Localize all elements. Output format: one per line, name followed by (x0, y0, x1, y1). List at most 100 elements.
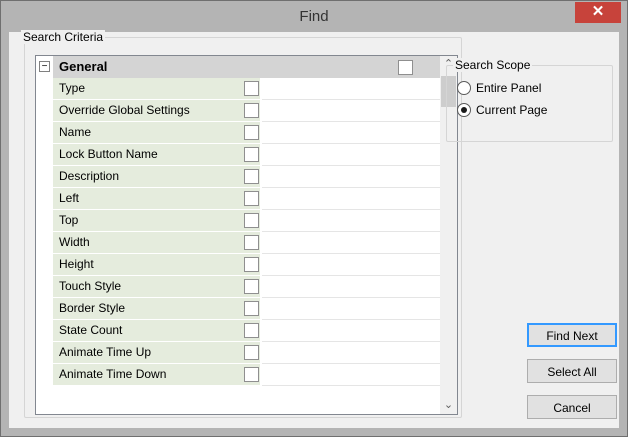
property-check-cell (243, 254, 260, 275)
property-name[interactable]: Border Style (53, 298, 243, 319)
grid-gutter: − (36, 56, 53, 78)
property-row[interactable]: Top (36, 210, 441, 232)
property-value[interactable] (262, 210, 441, 232)
entire-panel-label: Entire Panel (476, 81, 542, 95)
grid-gutter (36, 188, 53, 210)
property-name[interactable]: Override Global Settings (53, 100, 243, 121)
property-row[interactable]: Left (36, 188, 441, 210)
search-criteria-group: Search Criteria − General Type Override G… (21, 30, 462, 418)
property-value[interactable] (262, 232, 441, 254)
grid-gutter (36, 232, 53, 254)
property-row[interactable]: State Count (36, 320, 441, 342)
property-value[interactable] (262, 100, 441, 122)
collapse-icon[interactable]: − (39, 61, 50, 72)
radio-circle-current-page[interactable] (457, 103, 471, 117)
dialog-body: Search Criteria − General Type Override G… (9, 30, 619, 428)
property-value[interactable] (262, 254, 441, 276)
grid-gutter (36, 78, 53, 100)
property-checkbox[interactable] (244, 81, 259, 96)
property-check-cell (243, 210, 260, 231)
property-value[interactable] (262, 276, 441, 298)
property-checkbox[interactable] (244, 323, 259, 338)
category-row-general[interactable]: − General (36, 56, 441, 78)
property-check-cell (243, 364, 260, 385)
property-row[interactable]: Width (36, 232, 441, 254)
property-checkbox[interactable] (244, 191, 259, 206)
property-name[interactable]: Description (53, 166, 243, 187)
property-checkbox[interactable] (244, 213, 259, 228)
property-check-cell (243, 166, 260, 187)
grid-gutter (36, 254, 53, 276)
property-name[interactable]: Width (53, 232, 243, 253)
property-checkbox[interactable] (244, 169, 259, 184)
property-checkbox[interactable] (244, 257, 259, 272)
property-grid[interactable]: − General Type Override Global Settings Na… (35, 55, 458, 415)
property-row[interactable]: Height (36, 254, 441, 276)
property-row[interactable]: Override Global Settings (36, 100, 441, 122)
grid-gutter (36, 144, 53, 166)
property-value[interactable] (262, 166, 441, 188)
property-checkbox[interactable] (244, 235, 259, 250)
property-row[interactable]: Touch Style (36, 276, 441, 298)
property-check-cell (243, 144, 260, 165)
property-value[interactable] (262, 122, 441, 144)
grid-gutter (36, 166, 53, 188)
grid-gutter (36, 122, 53, 144)
property-checkbox[interactable] (244, 279, 259, 294)
property-row[interactable]: Animate Time Down (36, 364, 441, 386)
find-dialog: Find ✕ Search Criteria − General Type Ove… (0, 0, 628, 437)
search-scope-group: Search Scope Entire Panel Current Page (446, 58, 613, 142)
property-value[interactable] (262, 342, 441, 364)
property-row[interactable]: Description (36, 166, 441, 188)
property-value[interactable] (262, 144, 441, 166)
property-name[interactable]: Name (53, 122, 243, 143)
radio-circle-entire-panel[interactable] (457, 81, 471, 95)
property-name[interactable]: Left (53, 188, 243, 209)
property-name[interactable]: Animate Time Up (53, 342, 243, 363)
property-name[interactable]: Lock Button Name (53, 144, 243, 165)
property-checkbox[interactable] (244, 103, 259, 118)
grid-gutter (36, 100, 53, 122)
find-next-button[interactable]: Find Next (527, 323, 617, 347)
close-icon: ✕ (591, 3, 605, 20)
property-checkbox[interactable] (244, 345, 259, 360)
dialog-title: Find (299, 8, 329, 25)
property-check-cell (243, 276, 260, 297)
property-name[interactable]: Type (53, 78, 243, 99)
cancel-button[interactable]: Cancel (527, 395, 617, 419)
property-name[interactable]: Touch Style (53, 276, 243, 297)
property-value[interactable] (262, 188, 441, 210)
property-checkbox[interactable] (244, 147, 259, 162)
property-row[interactable]: Lock Button Name (36, 144, 441, 166)
property-name[interactable]: Animate Time Down (53, 364, 243, 385)
property-value[interactable] (262, 298, 441, 320)
property-name[interactable]: Height (53, 254, 243, 275)
property-value[interactable] (262, 364, 441, 386)
property-row[interactable]: Type (36, 78, 441, 100)
property-checkbox[interactable] (244, 301, 259, 316)
property-check-cell (243, 232, 260, 253)
close-button[interactable]: ✕ (575, 2, 621, 23)
property-value[interactable] (262, 320, 441, 342)
title-bar[interactable]: Find ✕ (1, 1, 627, 32)
category-label: General (53, 56, 441, 78)
property-value[interactable] (262, 78, 441, 100)
grid-gutter (36, 210, 53, 232)
property-name[interactable]: State Count (53, 320, 243, 341)
grid-gutter (36, 320, 53, 342)
property-checkbox[interactable] (244, 367, 259, 382)
category-checkbox[interactable] (398, 60, 413, 75)
property-check-cell (243, 320, 260, 341)
grid-gutter (36, 364, 53, 386)
property-name[interactable]: Top (53, 210, 243, 231)
property-check-cell (243, 188, 260, 209)
property-row[interactable]: Animate Time Up (36, 342, 441, 364)
chevron-down-icon[interactable]: ⌄ (440, 397, 457, 414)
property-check-cell (243, 122, 260, 143)
property-checkbox[interactable] (244, 125, 259, 140)
property-row[interactable]: Name (36, 122, 441, 144)
current-page-label: Current Page (476, 103, 548, 117)
property-row[interactable]: Border Style (36, 298, 441, 320)
select-all-button[interactable]: Select All (527, 359, 617, 383)
property-check-cell (243, 298, 260, 319)
